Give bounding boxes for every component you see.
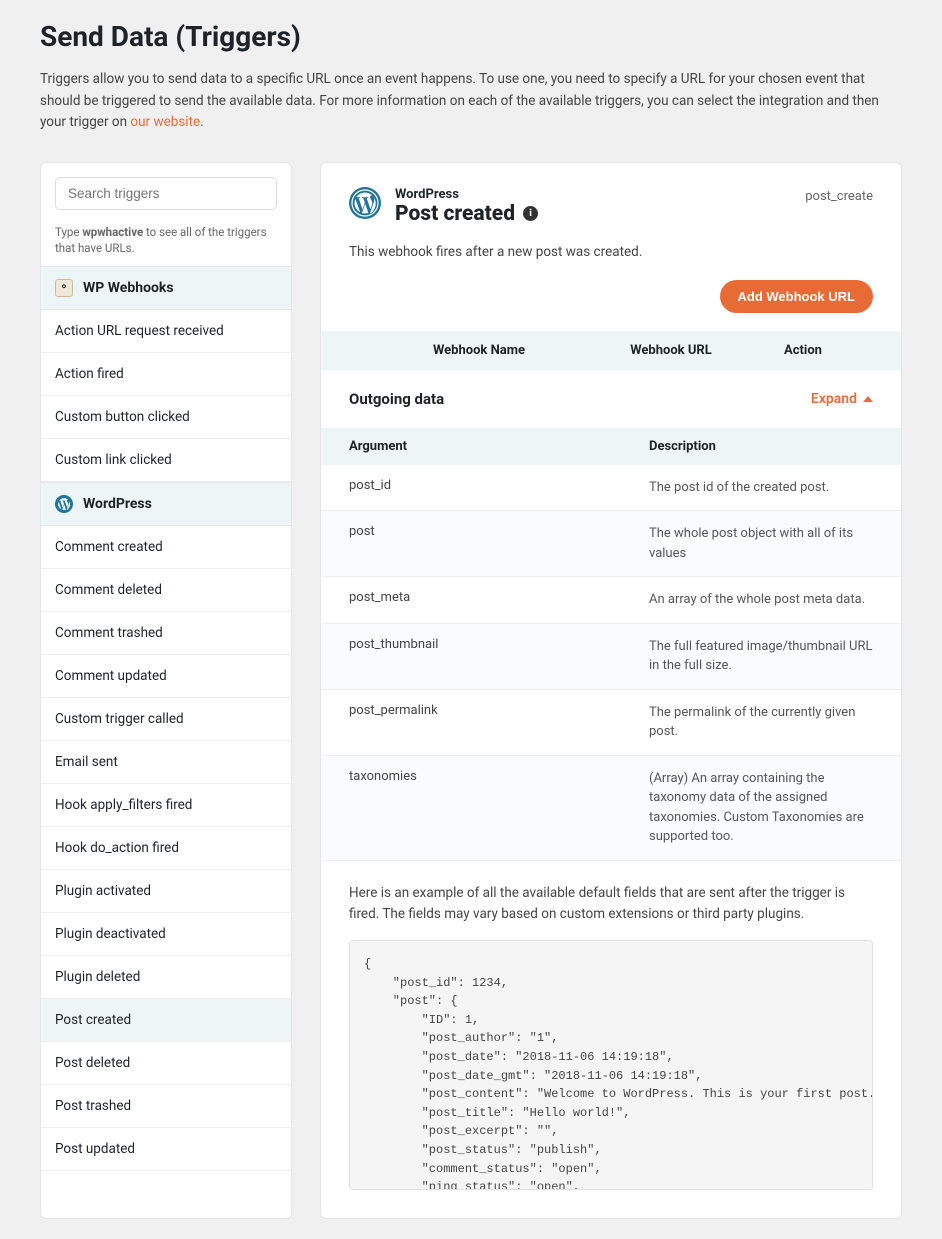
chevron-up-icon — [863, 396, 873, 402]
sidebar-item-action-fired[interactable]: Action fired — [41, 353, 291, 396]
sidebar-item-action-url-request-received[interactable]: Action URL request received — [41, 310, 291, 353]
hint-pre: Type — [55, 225, 82, 239]
trigger-detail-panel: WordPress Post created i post_create Thi… — [320, 162, 902, 1219]
search-hint: Type wpwhactive to see all of the trigge… — [41, 224, 291, 266]
wordpress-icon — [55, 495, 73, 513]
group-header-wp-webhooks[interactable]: ⚬ WP Webhooks — [41, 266, 291, 310]
example-description: Here is an example of all the available … — [321, 861, 901, 940]
page-desc-period: . — [200, 114, 204, 130]
trigger-description: This webhook fires after a new post was … — [349, 244, 873, 260]
arg-name: post — [349, 524, 649, 563]
arg-desc: The permalink of the currently given pos… — [649, 703, 873, 742]
arg-name: post_permalink — [349, 703, 649, 742]
example-code[interactable]: { "post_id": 1234, "post": { "ID": 1, "p… — [349, 940, 873, 1190]
wpwebhooks-icon: ⚬ — [55, 279, 73, 297]
sidebar-item-plugin-activated[interactable]: Plugin activated — [41, 870, 291, 913]
sidebar-item-hook-apply-filters-fired[interactable]: Hook apply_filters fired — [41, 784, 291, 827]
group-label: WP Webhooks — [83, 280, 174, 296]
arg-desc: The post id of the created post. — [649, 478, 873, 498]
arg-name: post_meta — [349, 590, 649, 610]
arg-name: taxonomies — [349, 769, 649, 847]
sidebar-item-comment-deleted[interactable]: Comment deleted — [41, 569, 291, 612]
expand-label: Expand — [811, 391, 857, 407]
arg-desc: The full featured image/thumbnail URL in… — [649, 637, 873, 676]
outgoing-data-title: Outgoing data — [349, 390, 444, 408]
add-webhook-url-button[interactable]: Add Webhook URL — [720, 280, 873, 313]
col-webhook-url: Webhook URL — [609, 343, 733, 358]
sidebar-item-plugin-deleted[interactable]: Plugin deleted — [41, 956, 291, 999]
sidebar-item-hook-do-action-fired[interactable]: Hook do_action fired — [41, 827, 291, 870]
arg-name: post_thumbnail — [349, 637, 649, 676]
our-website-link[interactable]: our website — [130, 114, 200, 130]
expand-toggle[interactable]: Expand — [811, 391, 873, 407]
arg-desc: An array of the whole post meta data. — [649, 590, 873, 610]
arg-row: post_metaAn array of the whole post meta… — [321, 577, 901, 624]
args-table-header: Argument Description — [321, 428, 901, 465]
sidebar-item-custom-button-clicked[interactable]: Custom button clicked — [41, 396, 291, 439]
sidebar-item-custom-trigger-called[interactable]: Custom trigger called — [41, 698, 291, 741]
col-description: Description — [649, 439, 873, 454]
sidebar-item-post-created[interactable]: Post created — [41, 999, 291, 1042]
trigger-source: WordPress — [395, 187, 791, 202]
sidebar-item-comment-updated[interactable]: Comment updated — [41, 655, 291, 698]
trigger-slug: post_create — [805, 189, 873, 204]
col-argument: Argument — [349, 439, 649, 454]
group-header-wordpress[interactable]: WordPress — [41, 482, 291, 526]
arg-row: post_idThe post id of the created post. — [321, 465, 901, 512]
trigger-title: Post created — [395, 202, 515, 226]
sidebar-item-comment-trashed[interactable]: Comment trashed — [41, 612, 291, 655]
page-title: Send Data (Triggers) — [40, 20, 902, 53]
info-icon[interactable]: i — [523, 206, 538, 221]
sidebar-item-post-trashed[interactable]: Post trashed — [41, 1085, 291, 1128]
page-description: Triggers allow you to send data to a spe… — [40, 69, 902, 134]
arg-desc: The whole post object with all of its va… — [649, 524, 873, 563]
sidebar-item-post-updated[interactable]: Post updated — [41, 1128, 291, 1171]
group-label: WordPress — [83, 496, 152, 512]
webhook-table-header: Webhook Name Webhook URL Action — [321, 331, 901, 370]
arg-row: postThe whole post object with all of it… — [321, 511, 901, 577]
col-action: Action — [733, 343, 873, 358]
arg-desc: (Array) An array containing the taxonomy… — [649, 769, 873, 847]
hint-keyword: wpwhactive — [82, 225, 143, 239]
wordpress-icon — [349, 187, 381, 223]
sidebar-item-post-deleted[interactable]: Post deleted — [41, 1042, 291, 1085]
sidebar-item-comment-created[interactable]: Comment created — [41, 526, 291, 569]
arg-row: taxonomies(Array) An array containing th… — [321, 756, 901, 861]
sidebar-item-plugin-deactivated[interactable]: Plugin deactivated — [41, 913, 291, 956]
sidebar-item-custom-link-clicked[interactable]: Custom link clicked — [41, 439, 291, 482]
triggers-sidebar: Type wpwhactive to see all of the trigge… — [40, 162, 292, 1219]
arg-row: post_thumbnailThe full featured image/th… — [321, 624, 901, 690]
arg-row: post_permalinkThe permalink of the curre… — [321, 690, 901, 756]
arg-name: post_id — [349, 478, 649, 498]
col-webhook-name: Webhook Name — [349, 343, 609, 358]
search-input[interactable] — [55, 177, 277, 210]
sidebar-item-email-sent[interactable]: Email sent — [41, 741, 291, 784]
